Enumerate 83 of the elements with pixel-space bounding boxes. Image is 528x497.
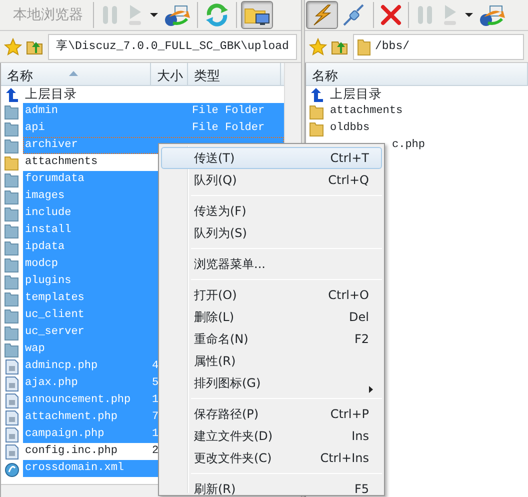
file-name: campaign.php	[24, 427, 106, 442]
file-size: 5	[151, 376, 159, 392]
folder-icon	[4, 188, 20, 204]
folder-icon	[4, 206, 20, 222]
column-header[interactable]: 名称	[306, 63, 528, 85]
quick-connect-button[interactable]	[306, 1, 338, 29]
close-icon	[380, 4, 402, 26]
php-file-icon	[5, 376, 19, 392]
file-name: install	[24, 223, 72, 238]
xml-file-icon	[4, 460, 20, 476]
folder-icon	[4, 222, 20, 238]
sort-arrow-icon	[69, 70, 78, 76]
pause-icon	[100, 3, 120, 27]
file-name: forumdata	[24, 172, 86, 188]
folder-icon	[4, 120, 20, 136]
column-header[interactable]: 类型	[188, 63, 281, 85]
menu-item[interactable]: 刷新(R) F5	[161, 478, 382, 497]
folder-icon	[4, 154, 20, 170]
star-icon[interactable]	[4, 38, 22, 56]
file-name: crossdomain.xml	[24, 461, 126, 476]
column-header[interactable]: 大小	[151, 63, 188, 85]
file-size: 1	[151, 427, 159, 442]
folder-icon	[309, 104, 325, 120]
folder-icon	[4, 240, 20, 256]
transfer-icon	[478, 3, 506, 27]
file-name: api	[24, 121, 46, 136]
column-header[interactable]: 名称	[1, 63, 151, 85]
file-size: 1	[151, 393, 159, 408]
parent-directory-row[interactable]: 上层目录	[23, 86, 77, 103]
folder-icon	[4, 274, 20, 290]
file-name: admincp.php	[24, 359, 99, 374]
file-type: File Folder	[191, 104, 265, 120]
refresh-icon	[204, 3, 230, 27]
folder-icon	[309, 120, 325, 136]
folder-icon	[4, 308, 20, 324]
php-file-icon	[5, 410, 19, 426]
folder-icon	[4, 138, 20, 154]
file-size: 7	[151, 410, 159, 426]
file-name: include	[24, 206, 72, 222]
file-row[interactable]: oldbbs	[328, 120, 456, 137]
path-dropdown[interactable]: 享\Discuz_7.0.0_FULL_SC_GBK\upload	[48, 34, 297, 60]
folder-icon	[4, 342, 20, 358]
folder-icon	[4, 324, 20, 340]
file-name: admin	[24, 104, 60, 120]
php-file-icon	[5, 358, 19, 374]
file-name: config.inc.php	[24, 444, 118, 460]
transfer-icon	[163, 3, 191, 27]
file-name: images	[24, 189, 66, 204]
file-name: uc_client	[24, 308, 86, 324]
file-size: 2	[151, 444, 159, 460]
path-dropdown[interactable]: /bbs/	[353, 34, 524, 60]
file-size: 4	[151, 359, 159, 374]
php-file-icon	[5, 444, 19, 460]
menu-item[interactable]: 传送(T) Ctrl+T	[161, 147, 382, 169]
pause-icon	[415, 3, 435, 27]
file-type: File Folder	[191, 121, 265, 136]
file-name: plugins	[24, 274, 72, 290]
php-file-icon	[5, 392, 19, 408]
file-name: ipdata	[24, 240, 66, 256]
view-button[interactable]	[241, 1, 273, 29]
pane-title: 本地浏览器	[12, 6, 84, 24]
file-row[interactable]: attachments	[328, 103, 456, 120]
parent-directory-row[interactable]: 上层目录	[328, 86, 382, 103]
caret-icon	[150, 12, 158, 18]
up-arrow-icon	[4, 86, 20, 102]
file-name: modcp	[24, 257, 60, 272]
file-name: uc_server	[24, 325, 86, 340]
folder-icon	[357, 38, 371, 56]
folder-icon	[4, 290, 20, 306]
file-name: templates	[24, 291, 86, 306]
caret-icon	[465, 12, 473, 18]
file-name: attachment.php	[24, 410, 118, 426]
file-name: announcement.php	[24, 393, 132, 408]
php-file-icon	[5, 426, 19, 442]
file-name: wap	[24, 342, 46, 358]
folder-icon	[4, 172, 20, 188]
file-name: archiver	[24, 138, 79, 154]
submenu-arrow-icon	[369, 386, 373, 394]
up-arrow-icon	[309, 86, 325, 102]
folder-icon	[4, 256, 20, 272]
star-icon[interactable]	[309, 38, 327, 56]
file-name: ajax.php	[24, 376, 79, 392]
folder-icon	[4, 104, 20, 120]
